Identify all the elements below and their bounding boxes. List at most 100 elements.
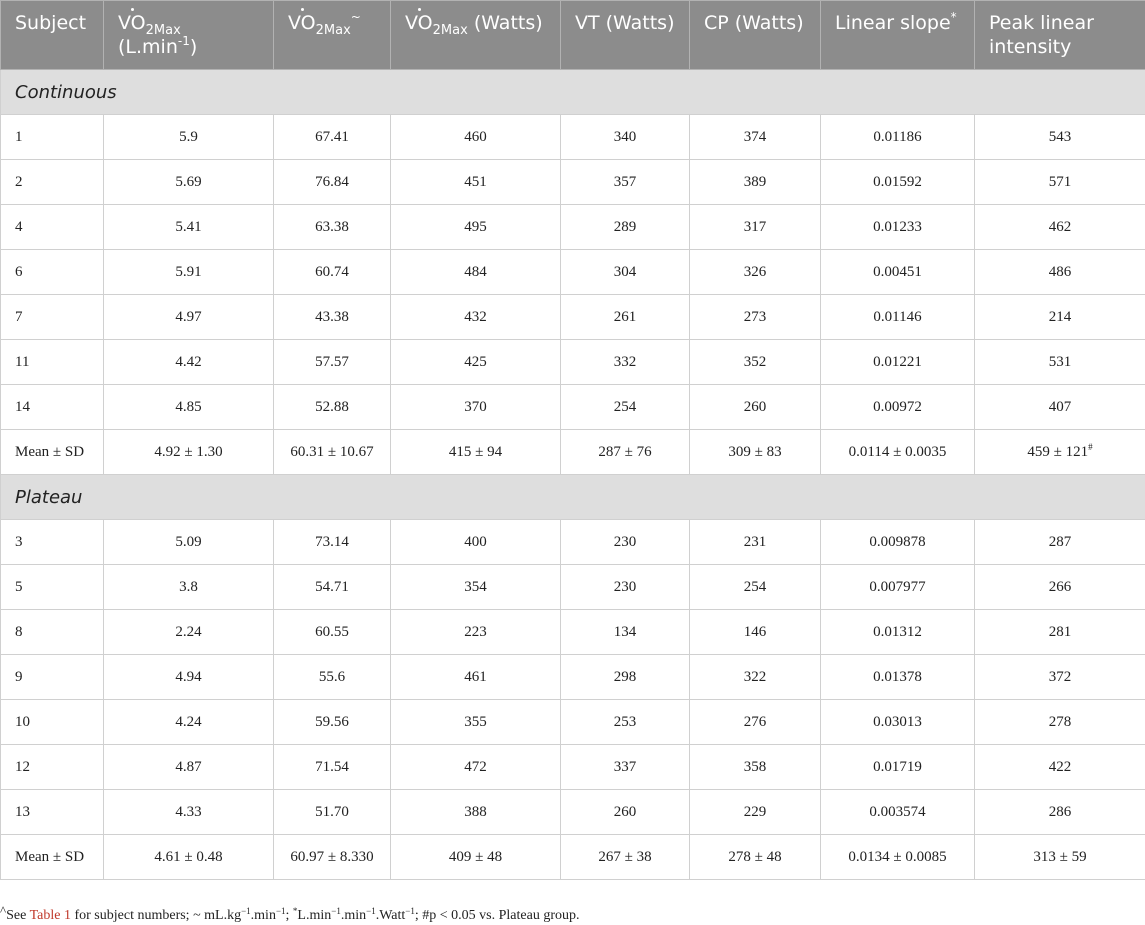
subject-cell: 10 — [0, 699, 104, 745]
table-row: 7 4.97 43.38 432 261 273 0.01146 214 — [0, 294, 1145, 340]
mean-sd-cell: 4.61 ± 0.48 — [103, 834, 274, 880]
table-cell: 0.007977 — [820, 564, 975, 610]
table-row: 9 4.94 55.6 461 298 322 0.01378 372 — [0, 654, 1145, 700]
header-cp: CP (Watts) — [689, 0, 821, 70]
table-cell: 0.01146 — [820, 294, 975, 340]
table-cell: 71.54 — [273, 744, 391, 790]
table-cell: 422 — [974, 744, 1145, 790]
mean-sd-cell: 459 ± 121# — [974, 429, 1145, 475]
table-cell: 0.01186 — [820, 114, 975, 160]
table-cell: 0.01378 — [820, 654, 975, 700]
group-label: Plateau — [0, 474, 1145, 520]
table-cell: 0.009878 — [820, 519, 975, 565]
table-cell: 0.01719 — [820, 744, 975, 790]
subject-cell: 12 — [0, 744, 104, 790]
table-cell: 60.74 — [273, 249, 391, 295]
table-cell: 400 — [390, 519, 561, 565]
table-cell: 0.00451 — [820, 249, 975, 295]
table-cell: 0.00972 — [820, 384, 975, 430]
table-cell: 276 — [689, 699, 821, 745]
subject-cell: 14 — [0, 384, 104, 430]
table-cell: 358 — [689, 744, 821, 790]
table-cell: 2.24 — [103, 609, 274, 655]
table-row: 5 3.8 54.71 354 230 254 0.007977 266 — [0, 564, 1145, 610]
table-cell: 5.41 — [103, 204, 274, 250]
table-cell: 4.87 — [103, 744, 274, 790]
table-cell: 289 — [560, 204, 690, 250]
table-cell: 4.24 — [103, 699, 274, 745]
table-cell: 43.38 — [273, 294, 391, 340]
mean-sd-cell: 0.0114 ± 0.0035 — [820, 429, 975, 475]
header-linear-slope: Linear slope* — [820, 0, 975, 70]
table-cell: 60.55 — [273, 609, 391, 655]
subject-cell: 13 — [0, 789, 104, 835]
table-cell: 354 — [390, 564, 561, 610]
table-row: 11 4.42 57.57 425 332 352 0.01221 531 — [0, 339, 1145, 385]
subject-cell: 9 — [0, 654, 104, 700]
table-cell: 388 — [390, 789, 561, 835]
table-cell: 253 — [560, 699, 690, 745]
table-cell: 425 — [390, 339, 561, 385]
header-row: Subject VO2Max (L.min-1) VO2Max~ VO2Max (… — [0, 0, 1145, 70]
mean-sd-cell: 267 ± 38 — [560, 834, 690, 880]
group-header-row: Continuous — [0, 69, 1145, 115]
table-cell: 51.70 — [273, 789, 391, 835]
mean-sd-cell: 415 ± 94 — [390, 429, 561, 475]
table-cell: 229 — [689, 789, 821, 835]
table-cell: 223 — [390, 609, 561, 655]
table-cell: 326 — [689, 249, 821, 295]
table-cell: 287 — [974, 519, 1145, 565]
table-cell: 0.01221 — [820, 339, 975, 385]
table-cell: 254 — [560, 384, 690, 430]
subject-cell: 5 — [0, 564, 104, 610]
table-cell: 374 — [689, 114, 821, 160]
table-footnote: ^See Table 1 for subject numbers; ~ mL.k… — [0, 903, 580, 923]
mean-sd-cell: 60.31 ± 10.67 — [273, 429, 391, 475]
table-cell: 304 — [560, 249, 690, 295]
table-cell: 352 — [689, 339, 821, 385]
mean-sd-label: Mean ± SD — [0, 834, 104, 880]
table-row: 12 4.87 71.54 472 337 358 0.01719 422 — [0, 744, 1145, 790]
table-cell: 230 — [560, 519, 690, 565]
table-cell: 286 — [974, 789, 1145, 835]
table-cell: 4.94 — [103, 654, 274, 700]
subject-cell: 1 — [0, 114, 104, 160]
mean-sd-cell: 0.0134 ± 0.0085 — [820, 834, 975, 880]
table-cell: 254 — [689, 564, 821, 610]
header-vo2max-liters: VO2Max (L.min-1) — [103, 0, 274, 70]
table-cell: 5.69 — [103, 159, 274, 205]
subject-cell: 6 — [0, 249, 104, 295]
table-body: Continuous 1 5.9 67.41 460 340 374 0.01186 543 2 5… — [0, 69, 1145, 880]
table-row: 3 5.09 73.14 400 230 231 0.009878 287 — [0, 519, 1145, 565]
subject-cell: 7 — [0, 294, 104, 340]
table-1-link[interactable]: Table 1 — [30, 908, 71, 923]
header-vo2max-watts: VO2Max (Watts) — [390, 0, 561, 70]
table-cell: 322 — [689, 654, 821, 700]
table-cell: 451 — [390, 159, 561, 205]
subject-cell: 11 — [0, 339, 104, 385]
table-row: 6 5.91 60.74 484 304 326 0.00451 486 — [0, 249, 1145, 295]
table-cell: 260 — [689, 384, 821, 430]
table-cell: 472 — [390, 744, 561, 790]
table-cell: 0.03013 — [820, 699, 975, 745]
header-peak-linear-intensity: Peak linear intensity — [974, 0, 1145, 70]
table-row: 1 5.9 67.41 460 340 374 0.01186 543 — [0, 114, 1145, 160]
header-vo2max-relative: VO2Max~ — [273, 0, 391, 70]
mean-sd-row: Mean ± SD 4.61 ± 0.48 60.97 ± 8.330 409 ± 4… — [0, 834, 1145, 880]
subject-cell: 2 — [0, 159, 104, 205]
table-cell: 340 — [560, 114, 690, 160]
table-cell: 261 — [560, 294, 690, 340]
table-row: 4 5.41 63.38 495 289 317 0.01233 462 — [0, 204, 1145, 250]
table-cell: 4.33 — [103, 789, 274, 835]
subject-cell: 3 — [0, 519, 104, 565]
mean-sd-cell: 278 ± 48 — [689, 834, 821, 880]
table-row: 8 2.24 60.55 223 134 146 0.01312 281 — [0, 609, 1145, 655]
table-cell: 0.01233 — [820, 204, 975, 250]
table-cell: 278 — [974, 699, 1145, 745]
mean-sd-cell: 313 ± 59 — [974, 834, 1145, 880]
table-cell: 460 — [390, 114, 561, 160]
table-cell: 76.84 — [273, 159, 391, 205]
table-row: 14 4.85 52.88 370 254 260 0.00972 407 — [0, 384, 1145, 430]
table-cell: 4.97 — [103, 294, 274, 340]
table-cell: 0.003574 — [820, 789, 975, 835]
